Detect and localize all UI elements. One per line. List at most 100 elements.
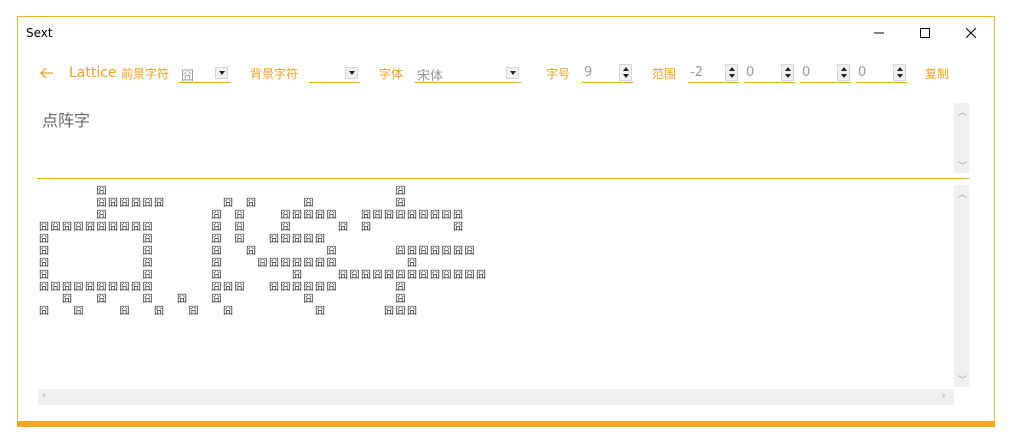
lattice-pixel: 囧 bbox=[119, 222, 130, 233]
lattice-pixel: 囧 bbox=[361, 210, 371, 221]
lattice-pixel: 囧 bbox=[234, 210, 245, 221]
range-stepper-4[interactable]: 0 bbox=[856, 63, 907, 83]
lattice-pixel: 囧 bbox=[50, 222, 61, 233]
lattice-pixel: 囧 bbox=[407, 210, 417, 221]
spinner-icon[interactable] bbox=[781, 64, 794, 81]
input-scrollbar[interactable]: ︿ ﹀ bbox=[954, 103, 969, 173]
lattice-pixel: 囧 bbox=[188, 306, 199, 317]
scroll-down-icon[interactable]: ﹀ bbox=[958, 159, 967, 172]
lattice-pixel: 囧 bbox=[338, 222, 348, 233]
foreground-select[interactable]: 囧 bbox=[179, 63, 230, 84]
lattice-pixel: 囧 bbox=[407, 246, 417, 257]
spinner-icon[interactable] bbox=[837, 64, 850, 81]
lattice-pixel: 囧 bbox=[96, 294, 107, 305]
lattice-pixel: 囧 bbox=[131, 222, 141, 233]
lattice-pixel: 囧 bbox=[234, 222, 245, 233]
text-input[interactable]: 点阵字 bbox=[37, 101, 969, 179]
lattice-pixel: 囧 bbox=[142, 246, 153, 257]
lattice-pixel: 囧 bbox=[303, 210, 314, 221]
scroll-left-icon[interactable]: ‹ bbox=[42, 391, 46, 401]
lattice-pixel: 囧 bbox=[223, 198, 233, 209]
range-value-3: 0 bbox=[802, 65, 811, 80]
lattice-pixel: 囧 bbox=[280, 234, 291, 245]
lattice-pixel: 囧 bbox=[292, 210, 302, 221]
toolbar: Lattice 前景字符 囧 背景字符 字体 宋体 字号 9 范围 -2 0 0… bbox=[18, 61, 994, 85]
scroll-up-icon[interactable]: ︿ bbox=[958, 187, 967, 200]
lattice-pixel: 囧 bbox=[292, 234, 302, 245]
scroll-up-icon[interactable]: ︿ bbox=[958, 105, 967, 118]
background-select[interactable] bbox=[309, 63, 360, 83]
lattice-pixel: 囧 bbox=[315, 258, 325, 269]
lattice-pixel: 囧 bbox=[142, 294, 153, 305]
lattice-pixel: 囧 bbox=[292, 282, 302, 293]
lattice-pixel: 囧 bbox=[361, 270, 371, 281]
lattice-pixel: 囧 bbox=[211, 294, 222, 305]
range-label: 范围 bbox=[652, 66, 677, 81]
lattice-pixel: 囧 bbox=[39, 246, 49, 257]
lattice-pixel: 囧 bbox=[476, 270, 486, 281]
chevron-down-icon bbox=[215, 67, 228, 79]
lattice-pixel: 囧 bbox=[303, 258, 314, 269]
lattice-pixel: 囧 bbox=[395, 294, 406, 305]
lattice-pixel: 囧 bbox=[234, 234, 245, 245]
spinner-icon[interactable] bbox=[725, 64, 738, 81]
font-label: 字体 bbox=[379, 66, 404, 81]
lattice-pixel: 囧 bbox=[211, 234, 222, 245]
maximize-button[interactable] bbox=[902, 17, 948, 49]
lattice-pixel: 囧 bbox=[303, 198, 314, 209]
minimize-icon bbox=[874, 32, 884, 34]
spinner-icon[interactable] bbox=[619, 64, 632, 81]
lattice-pixel: 囧 bbox=[142, 270, 153, 281]
input-text: 点阵字 bbox=[42, 111, 91, 130]
bottom-accent-bar bbox=[17, 421, 995, 427]
lattice-pixel: 囧 bbox=[211, 258, 222, 269]
lattice-pixel: 囧 bbox=[246, 198, 256, 209]
lattice-pixel: 囧 bbox=[315, 306, 325, 317]
range-stepper-3[interactable]: 0 bbox=[800, 63, 851, 83]
app-name: Lattice bbox=[69, 65, 117, 81]
lattice-pixel: 囧 bbox=[269, 282, 279, 293]
lattice-pixel: 囧 bbox=[234, 282, 245, 293]
lattice-pixel: 囧 bbox=[142, 198, 153, 209]
scroll-down-icon[interactable]: ﹀ bbox=[958, 373, 967, 386]
font-select[interactable]: 宋体 bbox=[415, 63, 521, 84]
lattice-pixel: 囧 bbox=[246, 246, 256, 257]
size-value: 9 bbox=[584, 65, 593, 80]
output-vertical-scrollbar[interactable]: ︿ ﹀ bbox=[954, 185, 969, 387]
background-label: 背景字符 bbox=[250, 66, 299, 81]
lattice-pixel: 囧 bbox=[108, 282, 118, 293]
lattice-pixel: 囧 bbox=[315, 234, 325, 245]
lattice-pixel: 囧 bbox=[142, 222, 153, 233]
range-stepper-2[interactable]: 0 bbox=[744, 63, 795, 83]
lattice-pixel: 囧 bbox=[269, 258, 279, 269]
output-horizontal-scrollbar[interactable]: ‹ › bbox=[38, 389, 954, 405]
lattice-pixel: 囧 bbox=[418, 210, 429, 221]
back-button[interactable] bbox=[40, 61, 54, 85]
minimize-button[interactable] bbox=[856, 17, 902, 49]
lattice-pixel: 囧 bbox=[223, 306, 233, 317]
range-stepper-1[interactable]: -2 bbox=[688, 63, 739, 83]
lattice-pixel: 囧 bbox=[39, 258, 49, 269]
copy-button[interactable]: 复制 bbox=[925, 61, 949, 85]
lattice-pixel: 囧 bbox=[395, 198, 406, 209]
lattice-pixel: 囧 bbox=[372, 210, 383, 221]
close-icon bbox=[966, 28, 976, 38]
range-value-2: 0 bbox=[746, 65, 755, 80]
size-stepper[interactable]: 9 bbox=[582, 63, 633, 83]
lattice-pixel: 囧 bbox=[361, 222, 371, 233]
scroll-right-icon[interactable]: › bbox=[942, 391, 946, 401]
lattice-pixel: 囧 bbox=[96, 210, 107, 221]
lattice-pixel: 囧 bbox=[326, 210, 337, 221]
lattice-pixel: 囧 bbox=[292, 258, 302, 269]
lattice-pixel: 囧 bbox=[73, 282, 84, 293]
close-button[interactable] bbox=[948, 17, 994, 49]
spinner-icon[interactable] bbox=[893, 64, 906, 81]
lattice-pixel: 囧 bbox=[131, 198, 141, 209]
lattice-pixel: 囧 bbox=[211, 270, 222, 281]
chevron-down-icon bbox=[506, 67, 519, 79]
lattice-pixel: 囧 bbox=[96, 186, 107, 197]
title-bar: Sext bbox=[18, 17, 994, 49]
lattice-pixel: 囧 bbox=[73, 306, 84, 317]
lattice-pixel: 囧 bbox=[269, 234, 279, 245]
maximize-icon bbox=[920, 28, 930, 38]
